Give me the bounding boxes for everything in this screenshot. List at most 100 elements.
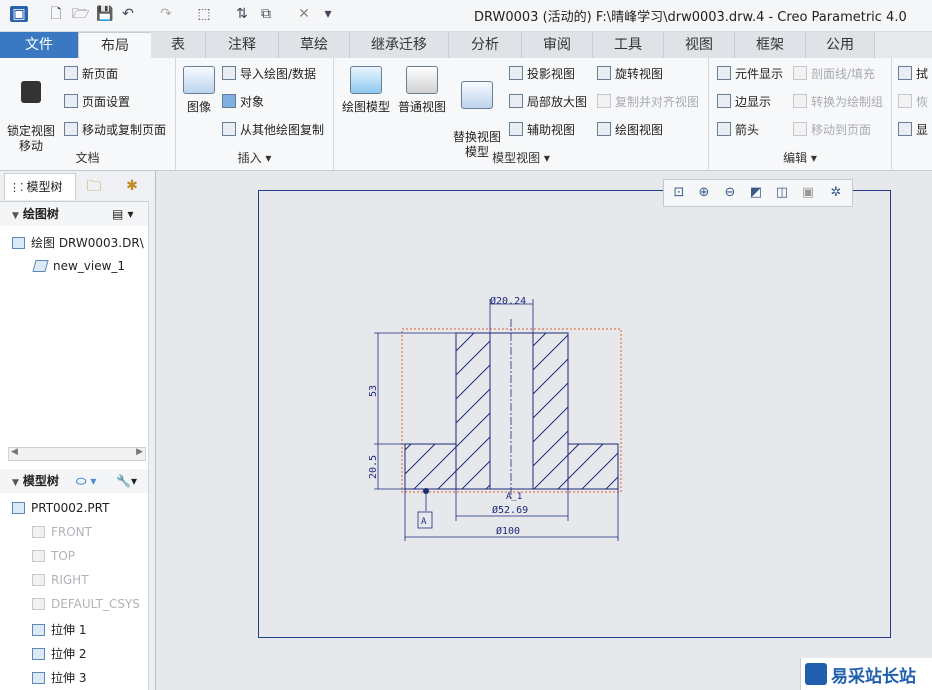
tree-item-view[interactable]: new_view_1	[32, 259, 125, 273]
object-button[interactable]: 对象	[222, 93, 264, 110]
tab-frame[interactable]: 框架	[735, 32, 806, 58]
group-edit-label[interactable]: 编辑 ▾	[709, 149, 891, 166]
move-to-page-button[interactable]: 移动到页面	[793, 121, 871, 138]
redo-icon[interactable]: ↷	[158, 6, 174, 22]
dim-top-diameter[interactable]: Ø20.24	[490, 295, 526, 307]
model-tree-header[interactable]: ▼ 模型树 ⬭ ▾ 🔧▾	[0, 469, 150, 493]
tree-item-part[interactable]: PRT0002.PRT	[12, 501, 109, 515]
undo-icon[interactable]: ↶	[120, 6, 136, 22]
tree-item-front[interactable]: FRONT	[32, 525, 92, 539]
scroll-right-icon[interactable]: ▶	[136, 447, 143, 457]
auxiliary-icon	[509, 122, 523, 136]
tab-analysis[interactable]: 分析	[449, 32, 522, 58]
tree-icon: ⋮⁚	[9, 181, 24, 194]
tree-item-extrude-3[interactable]: 拉伸 3	[32, 669, 86, 686]
tab-model-tree[interactable]: ⋮⁚ 模型树	[4, 173, 76, 200]
section-fill-button[interactable]: 剖面线/填充	[793, 65, 875, 82]
projection-view-button[interactable]: 投影视图	[509, 65, 575, 82]
horizontal-scrollbar[interactable]: ◀ ▶	[8, 447, 146, 461]
tree-item-extrude-2[interactable]: 拉伸 2	[32, 645, 86, 662]
datum-letter[interactable]: A	[421, 517, 427, 527]
tree-item-drawing[interactable]: 绘图 DRW0003.DR\	[12, 234, 144, 251]
drawing-model-label: 绘图模型	[341, 100, 390, 114]
tree-item-csys[interactable]: DEFAULT_CSYS	[32, 597, 140, 611]
tree-settings-icon[interactable]: ▤ ▾	[112, 202, 134, 226]
page-setup-button[interactable]: 页面设置	[64, 93, 130, 110]
revolved-view-button[interactable]: 旋转视图	[597, 65, 663, 82]
close-window-icon[interactable]: ✕	[296, 6, 312, 22]
drawing-canvas[interactable]: ⊡ ⊕ ⊖ ◩ ◫ ▣ ✲ Ø20.24 Ø52.69 Ø100 A_1 A 5…	[156, 171, 932, 690]
drawing-view-button[interactable]: 绘图视图	[597, 121, 663, 138]
select-box-icon[interactable]: ⬚	[196, 6, 212, 22]
edit-label-text: 编辑	[783, 151, 808, 165]
copy-align-view-button[interactable]: 复制并对齐视图	[597, 93, 699, 110]
dim-flange[interactable]: 20.5	[368, 455, 379, 479]
dim-mid-diameter[interactable]: Ø52.69	[492, 504, 528, 516]
tab-view[interactable]: 视图	[664, 32, 735, 58]
customize-dropdown-icon[interactable]: ▾	[320, 6, 336, 22]
windows-icon[interactable]: ⧉	[258, 6, 274, 22]
new-icon[interactable]: 🗋	[48, 6, 64, 22]
panel-splitter[interactable]	[148, 201, 155, 690]
ribbon-tabs: 文件 布局 表 注释 草绘 继承迁移 分析 审阅 工具 视图 框架 公用	[0, 32, 932, 60]
tab-layout[interactable]: 布局	[78, 32, 152, 60]
tab-table[interactable]: 表	[151, 32, 206, 58]
regenerate-icon[interactable]: ⇅	[234, 6, 250, 22]
projection-label: 投影视图	[527, 67, 576, 81]
model-display-icon[interactable]: ⬭ ▾	[76, 469, 96, 493]
arrow-button[interactable]: 箭头	[717, 121, 759, 138]
navigator-panel: ⋮⁚ 模型树 🗀 ✱ ▼ 绘图树 ▤ ▾ 绘图 DRW0003.DR\ new_vi…	[0, 171, 156, 690]
erase-button[interactable]: 拭	[898, 65, 928, 82]
site-watermark: 易采站长站	[800, 658, 932, 690]
tab-utilities[interactable]: 公用	[806, 32, 875, 58]
detail-view-button[interactable]: 局部放大图	[509, 93, 587, 110]
auxiliary-label: 辅助视图	[527, 123, 576, 137]
collapse-triangle-icon[interactable]: ▼	[12, 471, 19, 495]
tree-item-label: DEFAULT_CSYS	[51, 597, 140, 611]
copy-align-icon	[597, 94, 611, 108]
import-drawing-button[interactable]: 导入绘图/数据	[222, 65, 316, 82]
convert-group-button[interactable]: 转换为绘制组	[793, 93, 883, 110]
tab-folder-browser[interactable]: 🗀	[78, 173, 110, 199]
tab-annotate[interactable]: 注释	[206, 32, 279, 58]
new-page-icon	[64, 66, 78, 80]
new-page-button[interactable]: 新页面	[64, 65, 118, 82]
resume-button[interactable]: 恢	[898, 93, 928, 110]
object-label: 对象	[240, 95, 265, 109]
datum-axis-label[interactable]: A_1	[506, 492, 522, 502]
dim-height[interactable]: 53	[368, 385, 379, 397]
lock-view-move-button[interactable]: 锁定视图 移动	[4, 66, 58, 154]
group-edit: 元件显示 边显示 箭头 剖面线/填充 转换为绘制组 移动到页面 编辑 ▾	[709, 58, 892, 170]
copy-from-drawing-button[interactable]: 从其他绘图复制	[222, 121, 324, 138]
tree-item-top[interactable]: TOP	[32, 549, 75, 563]
collapse-triangle-icon[interactable]: ▼	[12, 204, 19, 228]
watermark-logo-icon	[805, 663, 827, 685]
tab-favorites[interactable]: ✱	[114, 173, 150, 199]
tab-tools[interactable]: 工具	[593, 32, 664, 58]
tab-sketch[interactable]: 草绘	[279, 32, 350, 58]
save-icon[interactable]: 💾	[96, 6, 113, 22]
edge-display-button[interactable]: 边显示	[717, 93, 771, 110]
group-insert-label[interactable]: 插入 ▾	[176, 149, 333, 166]
drawing-view-label: 绘图视图	[615, 123, 664, 137]
replace-view-model-button[interactable]: 替换视图 模型	[450, 66, 504, 160]
show-button[interactable]: 显	[898, 121, 928, 138]
section-view[interactable]	[404, 319, 619, 501]
group-model-views-label[interactable]: 模型视图 ▾	[334, 149, 708, 166]
tab-file[interactable]: 文件	[0, 32, 79, 58]
tree-item-extrude-1[interactable]: 拉伸 1	[32, 621, 86, 638]
auxiliary-view-button[interactable]: 辅助视图	[509, 121, 575, 138]
tab-review[interactable]: 审阅	[522, 32, 593, 58]
scroll-left-icon[interactable]: ◀	[11, 447, 18, 457]
tab-legacy-migration[interactable]: 继承迁移	[350, 32, 449, 58]
open-icon[interactable]: 🗁	[72, 6, 89, 22]
image-button[interactable]: 图像	[181, 66, 217, 115]
drawing-model-button[interactable]: 绘图模型	[340, 66, 392, 115]
move-copy-page-button[interactable]: 移动或复制页面	[64, 121, 166, 138]
tools-icon[interactable]: 🔧▾	[116, 469, 137, 493]
tree-item-right[interactable]: RIGHT	[32, 573, 89, 587]
element-display-button[interactable]: 元件显示	[717, 65, 783, 82]
drawing-tree-header[interactable]: ▼ 绘图树 ▤ ▾	[0, 202, 150, 226]
dim-bottom-diameter[interactable]: Ø100	[496, 525, 520, 537]
general-view-button[interactable]: 普通视图	[396, 66, 448, 115]
